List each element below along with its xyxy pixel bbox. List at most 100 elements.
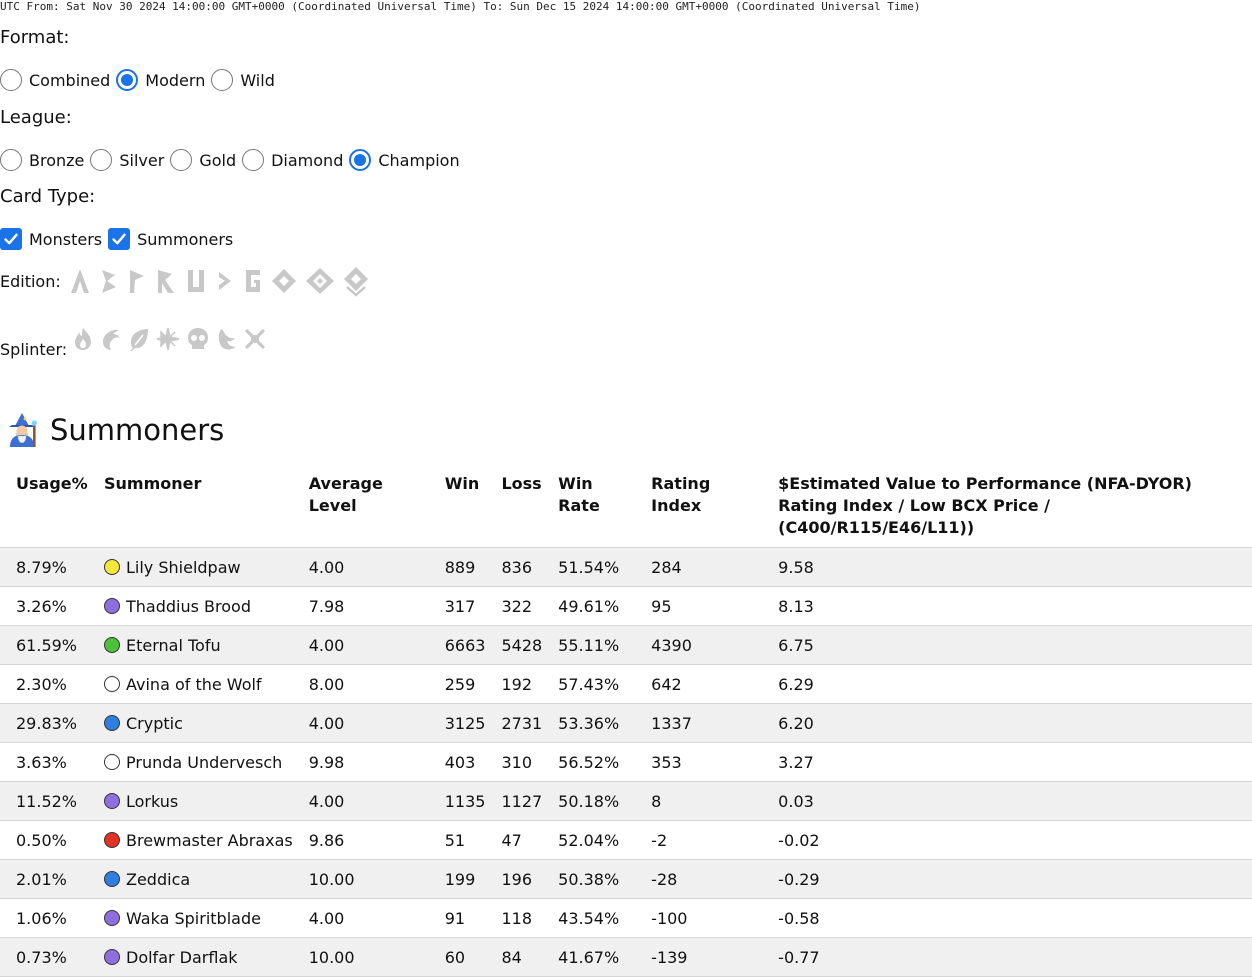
column-header-average-level[interactable]: Average Level (300, 464, 437, 548)
card-type-option-summoners[interactable]: Summoners (108, 228, 239, 250)
summoner-name[interactable]: Lily Shieldpaw (126, 558, 241, 577)
death-splinter-icon[interactable] (185, 326, 211, 352)
usage-cell: 11.52% (0, 781, 96, 821)
summoners-section-header: Summoners (4, 412, 224, 448)
promo-edition-icon[interactable] (125, 266, 149, 296)
league-radio-silver[interactable] (90, 149, 113, 171)
win-rate-cell: 55.11% (550, 625, 644, 665)
column-header-summoner[interactable]: Summoner (96, 464, 301, 548)
dragon-splinter-icon[interactable] (215, 326, 239, 352)
format-radio-wild[interactable] (211, 69, 234, 91)
format-option-label: Wild (240, 70, 275, 90)
estimated-value-cell: 0.03 (770, 781, 1252, 821)
date-range-text: UTC From: Sat Nov 30 2024 14:00:00 GMT+0… (0, 0, 921, 13)
usage-cell: 61.59% (0, 625, 96, 665)
earth-splinter-icon[interactable] (127, 326, 151, 352)
win-cell: 60 (436, 937, 494, 977)
fire-splinter-icon[interactable] (71, 326, 95, 352)
summoner-name[interactable]: Eternal Tofu (126, 636, 221, 655)
rating-index-cell: -2 (643, 820, 771, 860)
summoner-cell: Thaddius Brood (96, 586, 301, 626)
league-option-silver[interactable]: Silver (90, 149, 170, 171)
card-type-option-monsters[interactable]: Monsters (0, 228, 108, 250)
table-row: 11.52% Lorkus 4.00 1135 1127 50.18% 8 0.03 (0, 781, 1252, 821)
win-rate-cell: 51.54% (550, 547, 644, 587)
win-rate-cell: 50.18% (550, 781, 644, 821)
win-rate-cell: 43.54% (550, 898, 644, 938)
column-header-win-rate[interactable]: Win Rate (550, 464, 644, 548)
edition-label: Edition: (0, 271, 61, 291)
table-row: 3.63% Prunda Undervesch 9.98 403 310 56.52% 35… (0, 742, 1252, 782)
column-header-rating-index[interactable]: Rating Index (643, 464, 771, 548)
format-option-modern[interactable]: Modern (116, 69, 211, 91)
summoner-name[interactable]: Zeddica (126, 870, 190, 889)
league-option-champion[interactable]: Champion (349, 149, 465, 171)
column-header-loss[interactable]: Loss (493, 464, 551, 548)
splinter-color-dot (104, 753, 120, 770)
win-rate-cell: 41.67% (550, 937, 644, 977)
water-splinter-icon[interactable] (99, 326, 123, 352)
league-option-bronze[interactable]: Bronze (0, 149, 90, 171)
beta-edition-icon[interactable] (97, 266, 121, 296)
average-level-cell: 9.98 (300, 742, 437, 782)
estimated-value-cell: 3.27 (770, 742, 1252, 782)
loss-cell: 84 (493, 937, 551, 977)
summoner-name[interactable]: Prunda Undervesch (126, 753, 282, 772)
reward-edition-icon[interactable] (153, 266, 179, 296)
league-radio-bronze[interactable] (0, 149, 22, 171)
summoners-checkbox[interactable] (108, 228, 131, 250)
column-header-win[interactable]: Win (436, 464, 494, 548)
life-splinter-icon[interactable] (155, 326, 181, 352)
loss-cell: 2731 (493, 703, 551, 743)
card-type-option-label: Monsters (29, 229, 103, 249)
summoner-name[interactable]: Waka Spiritblade (126, 909, 261, 928)
league-option-gold[interactable]: Gold (170, 149, 242, 171)
rebellion-edition-icon[interactable] (269, 266, 299, 296)
neutral-splinter-icon[interactable] (243, 326, 267, 352)
table-row: 29.83% Cryptic 4.00 3125 2731 53.36% 1337 6.20 (0, 703, 1252, 743)
table-row: 0.50% Brewmaster Abraxas 9.86 51 47 52.04% -2-… (0, 820, 1252, 860)
summoner-name[interactable]: Avina of the Wolf (126, 675, 262, 694)
league-option-diamond[interactable]: Diamond (242, 149, 349, 171)
column-header-usage[interactable]: Usage% (0, 464, 96, 548)
format-option-combined[interactable]: Combined (0, 69, 116, 91)
league-radio-gold[interactable] (170, 149, 193, 171)
chaos-edition-icon[interactable] (241, 266, 265, 296)
dice-edition-icon[interactable] (213, 266, 237, 296)
edition-filter-row: Edition: (0, 264, 375, 298)
average-level-cell: 8.00 (300, 664, 437, 704)
format-option-wild[interactable]: Wild (211, 69, 281, 91)
summoner-name[interactable]: Thaddius Brood (126, 597, 251, 616)
alpha-edition-icon[interactable] (67, 266, 93, 296)
format-radio-group: Combined Modern Wild (0, 67, 281, 93)
splinter-color-dot (104, 792, 120, 809)
format-radio-combined[interactable] (0, 69, 22, 91)
summoner-name[interactable]: Lorkus (126, 792, 178, 811)
estimated-value-cell: 9.58 (770, 547, 1252, 587)
league-radio-champion[interactable] (349, 149, 372, 171)
loss-cell: 836 (493, 547, 551, 587)
soulbound-edition-icon[interactable] (303, 266, 337, 296)
summoner-cell: Lily Shieldpaw (96, 547, 301, 587)
summoner-cell: Cryptic (96, 703, 301, 743)
loss-cell: 1127 (493, 781, 551, 821)
loss-cell: 5428 (493, 625, 551, 665)
league-radio-diamond[interactable] (242, 149, 265, 171)
league-option-label: Diamond (271, 150, 344, 170)
untamed-edition-icon[interactable] (183, 266, 209, 296)
league-label: League: (0, 107, 72, 128)
wizard-icon (9, 413, 37, 447)
win-rate-cell: 52.04% (550, 820, 644, 860)
win-cell: 91 (436, 898, 494, 938)
rating-index-cell: 4390 (643, 625, 771, 665)
format-radio-modern[interactable] (116, 69, 139, 91)
summoner-name[interactable]: Brewmaster Abraxas (126, 831, 293, 850)
summoner-name[interactable]: Cryptic (126, 714, 183, 733)
card-type-checkbox-group: Monsters Summoners (0, 226, 239, 252)
monsters-checkbox[interactable] (0, 228, 22, 250)
loss-cell: 47 (493, 820, 551, 860)
conclave-edition-icon[interactable] (341, 264, 371, 298)
average-level-cell: 10.00 (300, 859, 437, 899)
usage-cell: 3.26% (0, 586, 96, 626)
column-header-estimated-value[interactable]: $Estimated Value to Performance (NFA-DYO… (770, 464, 1252, 548)
